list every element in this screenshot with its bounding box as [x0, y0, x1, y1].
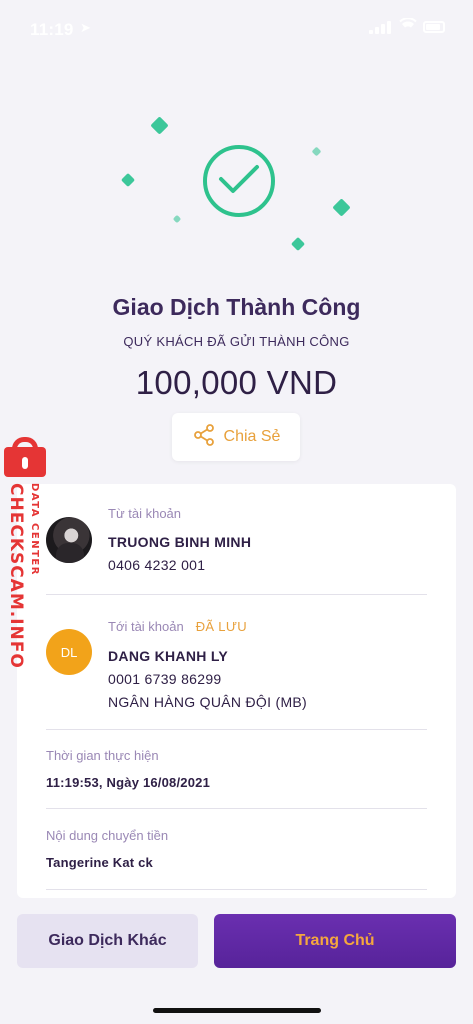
share-label: Chia Sẻ — [223, 428, 281, 445]
share-icon — [192, 423, 216, 452]
status-bar: 11:19 ➤ — [0, 0, 473, 56]
battery-icon — [423, 21, 445, 33]
success-illustration — [100, 105, 373, 275]
recipient-bank: NGÂN HÀNG QUÂN ĐỘI (MB) — [108, 694, 308, 710]
to-account-section: Tới tài khoản ĐÃ LƯU DANG KHANH LY 0001 6… — [108, 618, 438, 710]
result-title: Giao Dịch Thành Công — [112, 294, 361, 320]
result-subtitle: QUÝ KHÁCH ĐÃ GỬI THÀNH CÔNG — [123, 334, 350, 349]
sparkle-icon — [290, 236, 306, 252]
from-account-section: Từ tài khoản TRUONG BINH MINH 0406 4232 … — [108, 506, 428, 573]
sparkle-icon — [332, 198, 351, 217]
transfer-amount: 100,000 VND — [135, 364, 338, 401]
divider — [46, 594, 427, 595]
content-label: Nội dung chuyển tiền — [46, 828, 169, 843]
wifi-icon — [399, 17, 417, 37]
share-button[interactable]: Chia Sẻ — [172, 413, 300, 461]
home-indicator — [153, 1008, 321, 1013]
time-value: 11:19:53, Ngày 16/08/2021 — [46, 775, 211, 790]
signal-icon — [369, 21, 391, 34]
divider — [46, 889, 427, 890]
time-section: Thời gian thực hiện 11:19:53, Ngày 16/08… — [46, 748, 426, 790]
home-button[interactable]: Trang Chủ — [214, 914, 456, 968]
watermark-sub-text: DATA CENTER — [29, 483, 40, 576]
time-label: Thời gian thực hiện — [46, 748, 159, 763]
other-transaction-button[interactable]: Giao Dịch Khác — [17, 914, 198, 968]
status-time: 11:19 — [30, 20, 74, 39]
sender-account-number: 0406 4232 001 — [108, 557, 206, 573]
saved-badge: ĐÃ LƯU — [195, 619, 247, 634]
divider — [46, 729, 427, 730]
check-circle-icon — [203, 145, 275, 217]
sparkle-icon — [311, 146, 322, 157]
to-account-label: Tới tài khoản — [108, 619, 184, 634]
transaction-details-card: Từ tài khoản TRUONG BINH MINH 0406 4232 … — [17, 484, 456, 898]
sparkle-icon — [172, 214, 182, 224]
divider — [46, 808, 427, 809]
location-arrow-icon: ➤ — [80, 20, 91, 35]
content-value: Tangerine Kat ck — [46, 855, 153, 870]
from-account-label: Từ tài khoản — [108, 506, 182, 521]
watermark: CHECKSCAM.INFO DATA CENTER — [2, 437, 50, 669]
recipient-account-number: 0001 6739 86299 — [108, 671, 222, 687]
recipient-avatar: DL — [46, 629, 92, 675]
content-section: Nội dung chuyển tiền Tangerine Kat ck — [46, 828, 426, 870]
sparkle-icon — [120, 172, 136, 188]
watermark-main-text: CHECKSCAM.INFO — [6, 483, 26, 669]
sparkle-icon — [150, 116, 169, 135]
sender-name: TRUONG BINH MINH — [108, 534, 252, 550]
sender-avatar — [46, 517, 92, 563]
recipient-name: DANG KHANH LY — [108, 648, 229, 664]
